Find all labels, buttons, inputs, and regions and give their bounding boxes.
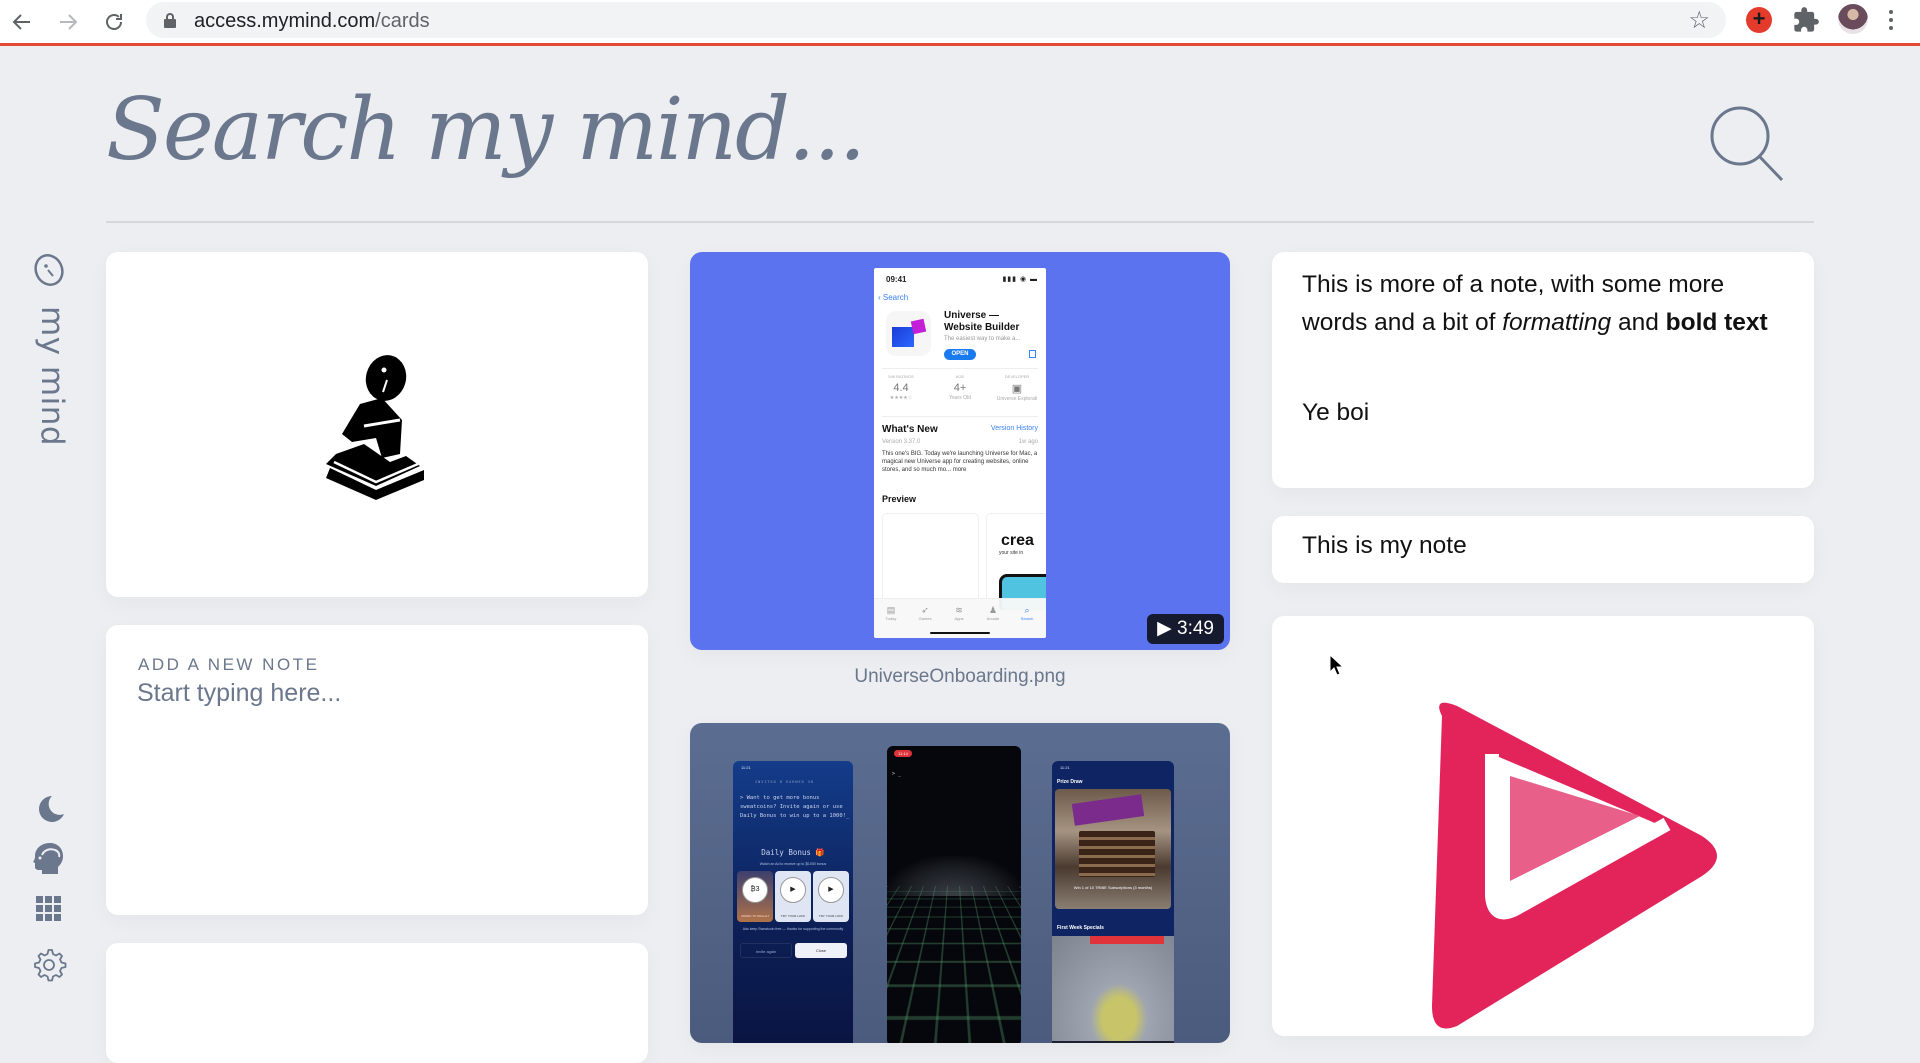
- app-store-screenshot: 09:41 ▮▮▮ ◉ ▬ ‹ Search Universe — Websit…: [874, 268, 1046, 638]
- note-paragraph: Ye boi: [1302, 399, 1370, 426]
- back-label: Search: [882, 293, 909, 302]
- mouse-cursor-icon: [1329, 654, 1345, 676]
- extensions-puzzle-icon[interactable]: [1792, 6, 1820, 34]
- bookmark-star-icon[interactable]: ☆: [1688, 6, 1710, 35]
- note-body: This is more of a note, with some more w…: [1302, 266, 1782, 432]
- status-icons: ▮▮▮ ◉ ▬: [1002, 276, 1038, 283]
- search-icon[interactable]: [1708, 104, 1786, 184]
- whats-new-heading: What's New: [882, 424, 938, 435]
- gear-icon[interactable]: [30, 946, 68, 984]
- video-duration-badge[interactable]: ▶ 3:49: [1147, 614, 1224, 644]
- url-text[interactable]: access.mymind.com/cards: [194, 10, 430, 33]
- ratings-stat: 549 RATINGS 4.4 ★★★★☆: [888, 374, 914, 401]
- video-card[interactable]: 09:41 ▮▮▮ ◉ ▬ ‹ Search Universe — Websit…: [690, 252, 1230, 650]
- back-link: ‹ Search: [878, 293, 909, 302]
- address-bar[interactable]: access.mymind.com/cards ☆: [146, 2, 1726, 38]
- preview-shot: crea your site in: [986, 513, 1046, 611]
- preview-heading: Preview: [882, 494, 917, 504]
- grid-icon[interactable]: [30, 890, 68, 928]
- back-button[interactable]: [6, 6, 38, 38]
- card-caption: UniverseOnboarding.png: [854, 666, 1066, 687]
- url-path: /cards: [375, 10, 430, 32]
- terminal-grid-screen: 11:14 > _: [887, 746, 1021, 1043]
- moon-icon[interactable]: [30, 790, 68, 828]
- app-name: Universe — Website Builder: [944, 310, 1020, 333]
- play-logo-icon: [1432, 702, 1717, 1029]
- profile-avatar[interactable]: [1838, 4, 1868, 34]
- forward-button[interactable]: [52, 6, 84, 38]
- add-note-card[interactable]: ADD A NEW NOTE: [106, 625, 648, 915]
- image-card-thinker[interactable]: [106, 252, 648, 597]
- browser-toolbar: access.mymind.com/cards ☆ +: [0, 0, 1920, 46]
- note-body: This is my note: [1302, 532, 1467, 559]
- reload-icon: [106, 14, 122, 30]
- arrow-left-icon: [12, 14, 30, 30]
- note-paragraph: This is more of a note, with some more w…: [1302, 271, 1768, 336]
- image-card-app-screens[interactable]: 11:21 INVITED 8 EARNED 38 > Want to get …: [690, 723, 1230, 1043]
- arrow-right-icon: [60, 14, 78, 30]
- reload-button[interactable]: [98, 6, 130, 38]
- add-note-label: ADD A NEW NOTE: [138, 655, 320, 674]
- note-card[interactable]: This is my note: [1272, 516, 1814, 583]
- mymind-logo-icon[interactable]: [33, 252, 65, 288]
- note-input[interactable]: [137, 679, 597, 708]
- url-host: access.mymind.com: [194, 10, 376, 32]
- browser-menu-icon[interactable]: [1886, 8, 1896, 34]
- search-input[interactable]: Search my mind...: [106, 80, 866, 180]
- extension-add-icon[interactable]: +: [1746, 7, 1772, 33]
- phone-time: 09:41: [886, 275, 907, 284]
- thinker-logo-icon: [326, 355, 424, 500]
- app-subtitle: The easiest way to make a...: [944, 336, 1021, 342]
- prize-draw-screen: 11:21 Prize Draw Win 1 of 10 TRIBE Subsc…: [1052, 761, 1174, 1043]
- age-stat: AGE 4+ Years Old: [949, 374, 971, 401]
- preview-shot: [882, 513, 979, 611]
- version-row: Version 3.37.0 1w ago: [882, 439, 1038, 445]
- app-description: This one's BIG. Today we're launching Un…: [882, 451, 1038, 473]
- header-divider: [106, 221, 1814, 223]
- app-icon: [886, 311, 931, 356]
- sidebar: my mind: [0, 49, 100, 1024]
- sweatcoin-screen: 11:21 INVITED 8 EARNED 38 > Want to get …: [733, 761, 853, 1043]
- share-icon: [1029, 350, 1036, 358]
- card[interactable]: [106, 943, 648, 1063]
- open-button: OPEN: [944, 349, 976, 360]
- lock-icon: [164, 13, 176, 28]
- brain-icon[interactable]: [30, 839, 68, 877]
- version-history-link: Version History: [990, 425, 1038, 432]
- app-store-tabbar: ▤ Today ➶ Games ≋ Apps ♟ Arcade ⌕ Search: [874, 598, 1046, 638]
- developer-stat: DEVELOPER ▣ Universe Explorati: [996, 374, 1038, 402]
- image-card-play-logo[interactable]: [1272, 616, 1814, 1036]
- note-card[interactable]: This is more of a note, with some more w…: [1272, 252, 1814, 488]
- brand-wordmark[interactable]: my mind: [34, 306, 70, 446]
